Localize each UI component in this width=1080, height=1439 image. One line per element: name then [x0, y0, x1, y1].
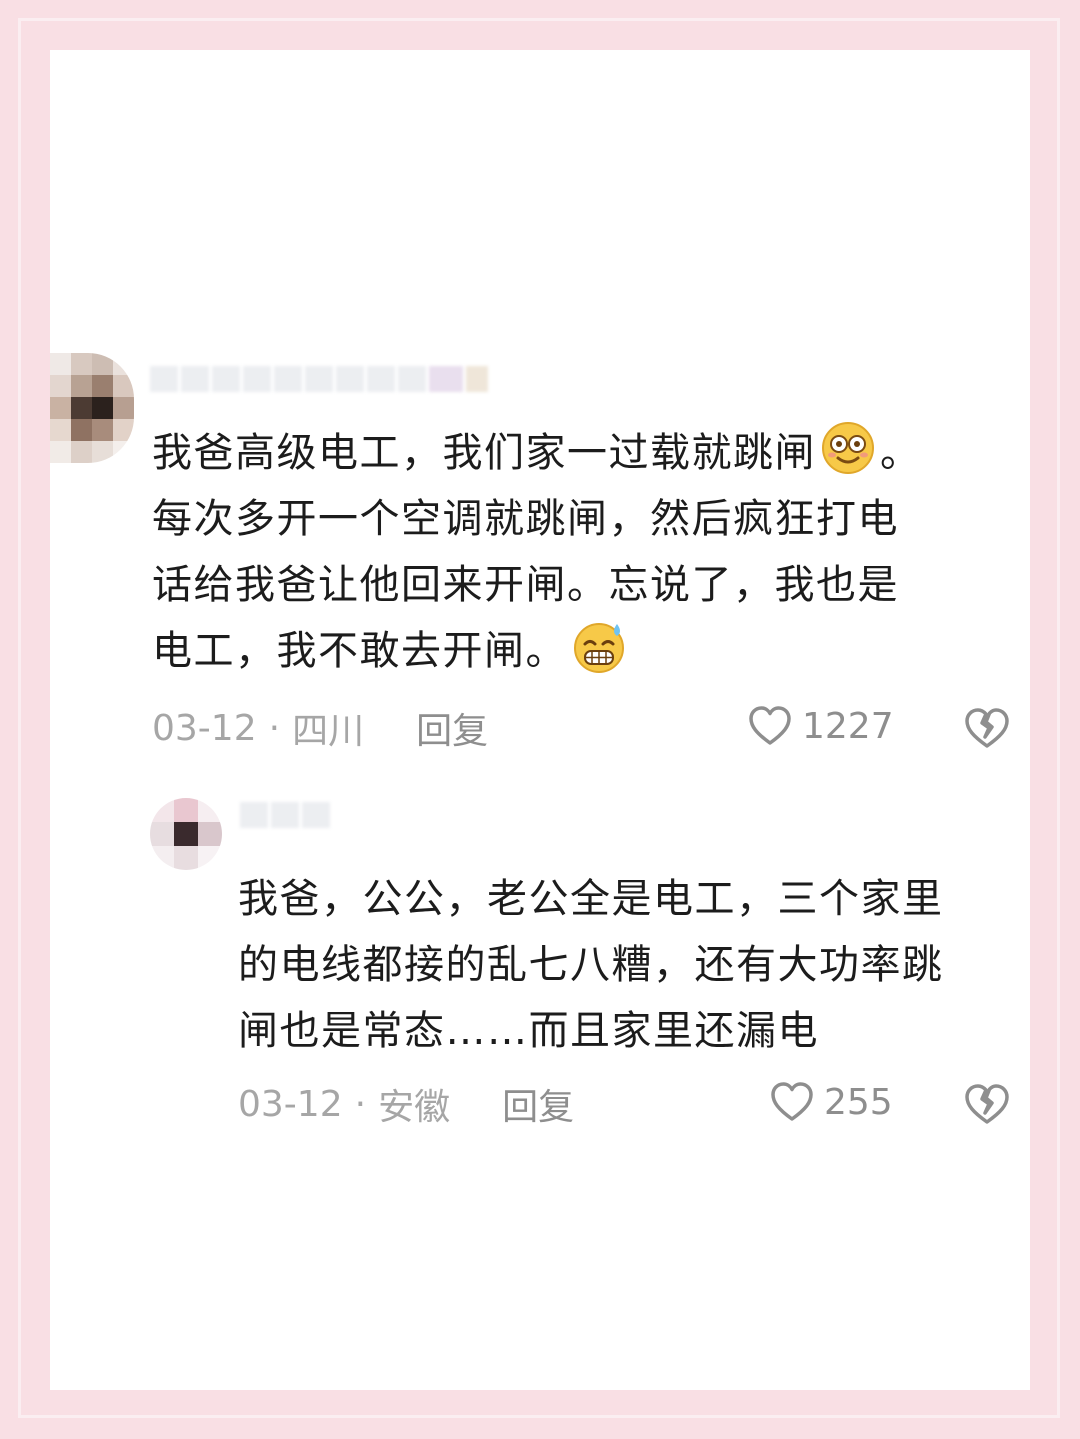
- reply-date: 03-12: [238, 1083, 343, 1125]
- reply-line-1: 我爸，公公，老公全是电工，三个家里: [238, 876, 944, 922]
- heart-outline-icon: [771, 1082, 813, 1121]
- dislike-button[interactable]: [962, 703, 1012, 757]
- comment-line-3: 话给我爸让他回来开闸。忘说了，我也是: [152, 562, 899, 608]
- comment-line-4: 电工，我不敢去开闸。: [152, 618, 1022, 684]
- like-count: 1227: [802, 705, 894, 747]
- broken-heart-icon: [965, 708, 1009, 748]
- comment-text: 我爸高级电工，我们家一过载就跳闸。 每次多开一个空调就跳闸，然后疯狂打电 话给我…: [152, 420, 1022, 684]
- separator-dot: ·: [354, 1083, 367, 1125]
- heart-outline-icon: [749, 706, 791, 745]
- reply-line-2: 的电线都接的乱七八糟，还有大功率跳: [238, 942, 944, 988]
- comment-card: 我爸高级电工，我们家一过载就跳闸。 每次多开一个空调就跳闸，然后疯狂打电 话给我…: [50, 50, 1030, 1390]
- avatar[interactable]: [50, 353, 134, 463]
- comment-date: 03-12: [152, 707, 257, 749]
- separator-dot: ·: [268, 707, 281, 749]
- reply-like-count: 255: [824, 1081, 893, 1123]
- reply-avatar[interactable]: [150, 798, 222, 870]
- reply-line-3: 闸也是常态……而且家里还漏电: [238, 1008, 819, 1054]
- reply-button[interactable]: 回复: [416, 702, 488, 754]
- grin-sweat-icon: [571, 618, 627, 673]
- reply-dislike-button[interactable]: [962, 1079, 1012, 1133]
- dazed-face-icon: [820, 420, 876, 474]
- reply-meta: 03-12 · 安徽 回复: [238, 1078, 574, 1130]
- reply-reply-button[interactable]: 回复: [502, 1078, 574, 1130]
- comment-meta: 03-12 · 四川 回复: [152, 702, 488, 754]
- like-button[interactable]: 1227: [746, 702, 894, 750]
- reply-like-button[interactable]: 255: [768, 1078, 893, 1126]
- username-blurred[interactable]: [150, 366, 488, 392]
- comment-line-2: 每次多开一个空调就跳闸，然后疯狂打电: [152, 496, 899, 542]
- comment-location: 四川: [292, 711, 365, 752]
- reply-location: 安徽: [378, 1087, 451, 1128]
- comment-line-1: 我爸高级电工，我们家一过载就跳闸。: [152, 420, 1022, 486]
- reply-username-blurred[interactable]: [240, 802, 330, 828]
- reply-text: 我爸，公公，老公全是电工，三个家里 的电线都接的乱七八糟，还有大功率跳 闸也是常…: [238, 866, 1028, 1064]
- broken-heart-icon: [965, 1084, 1009, 1124]
